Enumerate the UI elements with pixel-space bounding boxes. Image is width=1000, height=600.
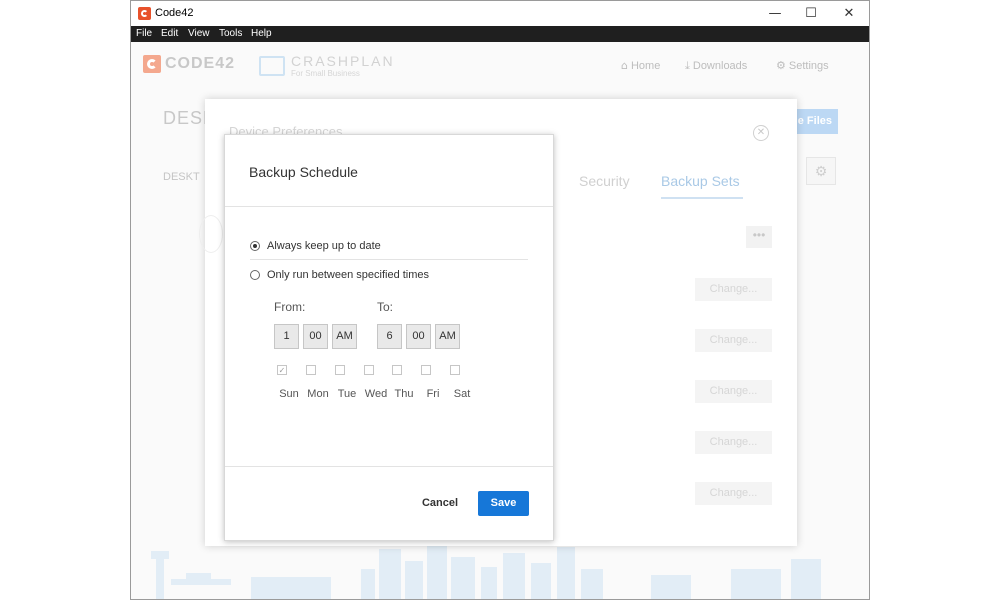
day-label-fri: Fri: [426, 388, 440, 400]
nav-settings[interactable]: ⚙ Settings: [776, 59, 829, 72]
app-header: CODE42 CRASHPLAN For Small Business ⌂ Hom…: [131, 42, 869, 88]
change-button[interactable]: Change...: [695, 278, 772, 301]
active-tab-indicator: [661, 197, 743, 199]
gear-icon: ⚙: [776, 59, 786, 72]
nav-settings-label: Settings: [788, 60, 829, 72]
nav-downloads-label: Downloads: [692, 60, 748, 72]
day-label-mon: Mon: [307, 388, 329, 400]
menu-edit[interactable]: Edit: [161, 28, 178, 39]
checkbox-sun[interactable]: ✓: [277, 365, 287, 375]
menu-view[interactable]: View: [188, 28, 210, 39]
cancel-button[interactable]: Cancel: [414, 491, 466, 516]
to-minute-field[interactable]: 00: [406, 324, 431, 349]
crashplan-logo-icon: [259, 56, 285, 76]
from-ampm-field[interactable]: AM: [332, 324, 357, 349]
from-minute-field[interactable]: 00: [303, 324, 328, 349]
option-divider: [250, 259, 528, 260]
specified-times-label: Only run between specified times: [267, 269, 430, 281]
title-bar: Code42 — ☐ ✕: [131, 1, 869, 26]
radio-selected[interactable]: [250, 241, 260, 251]
to-hour-field[interactable]: 6: [377, 324, 402, 349]
change-button[interactable]: Change...: [695, 431, 772, 454]
menu-file[interactable]: File: [136, 28, 152, 39]
checkbox-thu[interactable]: [392, 365, 402, 375]
code42-brand-text: CODE42: [165, 55, 236, 72]
crashplan-brand-text: CRASHPLAN: [291, 53, 395, 69]
nav-downloads[interactable]: ⤓ Downloads: [685, 59, 747, 73]
day-label-sat: Sat: [453, 388, 471, 400]
backup-schedule-dialog: Backup Schedule Always keep up to date O…: [224, 134, 554, 541]
day-label-wed: Wed: [364, 388, 388, 400]
always-keep-up-to-date-option[interactable]: Always keep up to date: [250, 237, 381, 255]
from-hour-field[interactable]: 1: [274, 324, 299, 349]
header-divider: [225, 206, 553, 207]
background-page-tab: DESKT: [163, 171, 200, 183]
minimize-button[interactable]: —: [757, 1, 793, 26]
change-button[interactable]: Change...: [695, 329, 772, 352]
nav-home-label: Home: [630, 60, 661, 72]
download-icon: ⤓: [685, 59, 690, 72]
menu-tools[interactable]: Tools: [219, 28, 242, 39]
to-ampm-field[interactable]: AM: [435, 324, 460, 349]
maximize-button[interactable]: ☐: [793, 1, 829, 26]
radio-unselected[interactable]: [250, 270, 260, 280]
crashplan-subtitle: For Small Business: [291, 69, 360, 78]
checkbox-sat[interactable]: [450, 365, 460, 375]
day-label-thu: Thu: [394, 388, 414, 400]
code42-logo-icon: [143, 55, 161, 73]
code42-app-icon: [138, 7, 151, 20]
backup-schedule-title: Backup Schedule: [249, 164, 358, 180]
checkbox-mon[interactable]: [306, 365, 316, 375]
city-skyline-illustration: [151, 543, 821, 599]
tab-backup-sets[interactable]: Backup Sets: [661, 173, 740, 189]
change-button[interactable]: Change...: [695, 482, 772, 505]
change-button[interactable]: Change...: [695, 380, 772, 403]
background-settings-gear-icon: ⚙: [806, 157, 836, 185]
nav-home[interactable]: ⌂ Home: [621, 59, 660, 72]
window-title: Code42: [155, 7, 194, 19]
save-button[interactable]: Save: [478, 491, 529, 516]
menu-bar: File Edit View Tools Help: [131, 26, 869, 42]
more-options-button[interactable]: •••: [746, 226, 772, 248]
specified-times-option[interactable]: Only run between specified times: [250, 266, 429, 284]
day-label-tue: Tue: [337, 388, 357, 400]
from-label: From:: [274, 300, 306, 314]
always-keep-up-to-date-label: Always keep up to date: [267, 240, 381, 252]
checkbox-tue[interactable]: [335, 365, 345, 375]
close-icon[interactable]: ✕: [753, 125, 769, 141]
day-label-sun: Sun: [279, 388, 299, 400]
code42-logo: CODE42: [143, 55, 235, 73]
tab-security[interactable]: Security: [579, 173, 630, 189]
checkbox-fri[interactable]: [421, 365, 431, 375]
footer-divider: [225, 466, 553, 467]
close-window-button[interactable]: ✕: [831, 1, 867, 26]
checkbox-wed[interactable]: [364, 365, 374, 375]
menu-help[interactable]: Help: [251, 28, 272, 39]
home-icon: ⌂: [621, 59, 628, 72]
background-device-icon: [199, 215, 223, 253]
to-label: To:: [377, 300, 394, 314]
